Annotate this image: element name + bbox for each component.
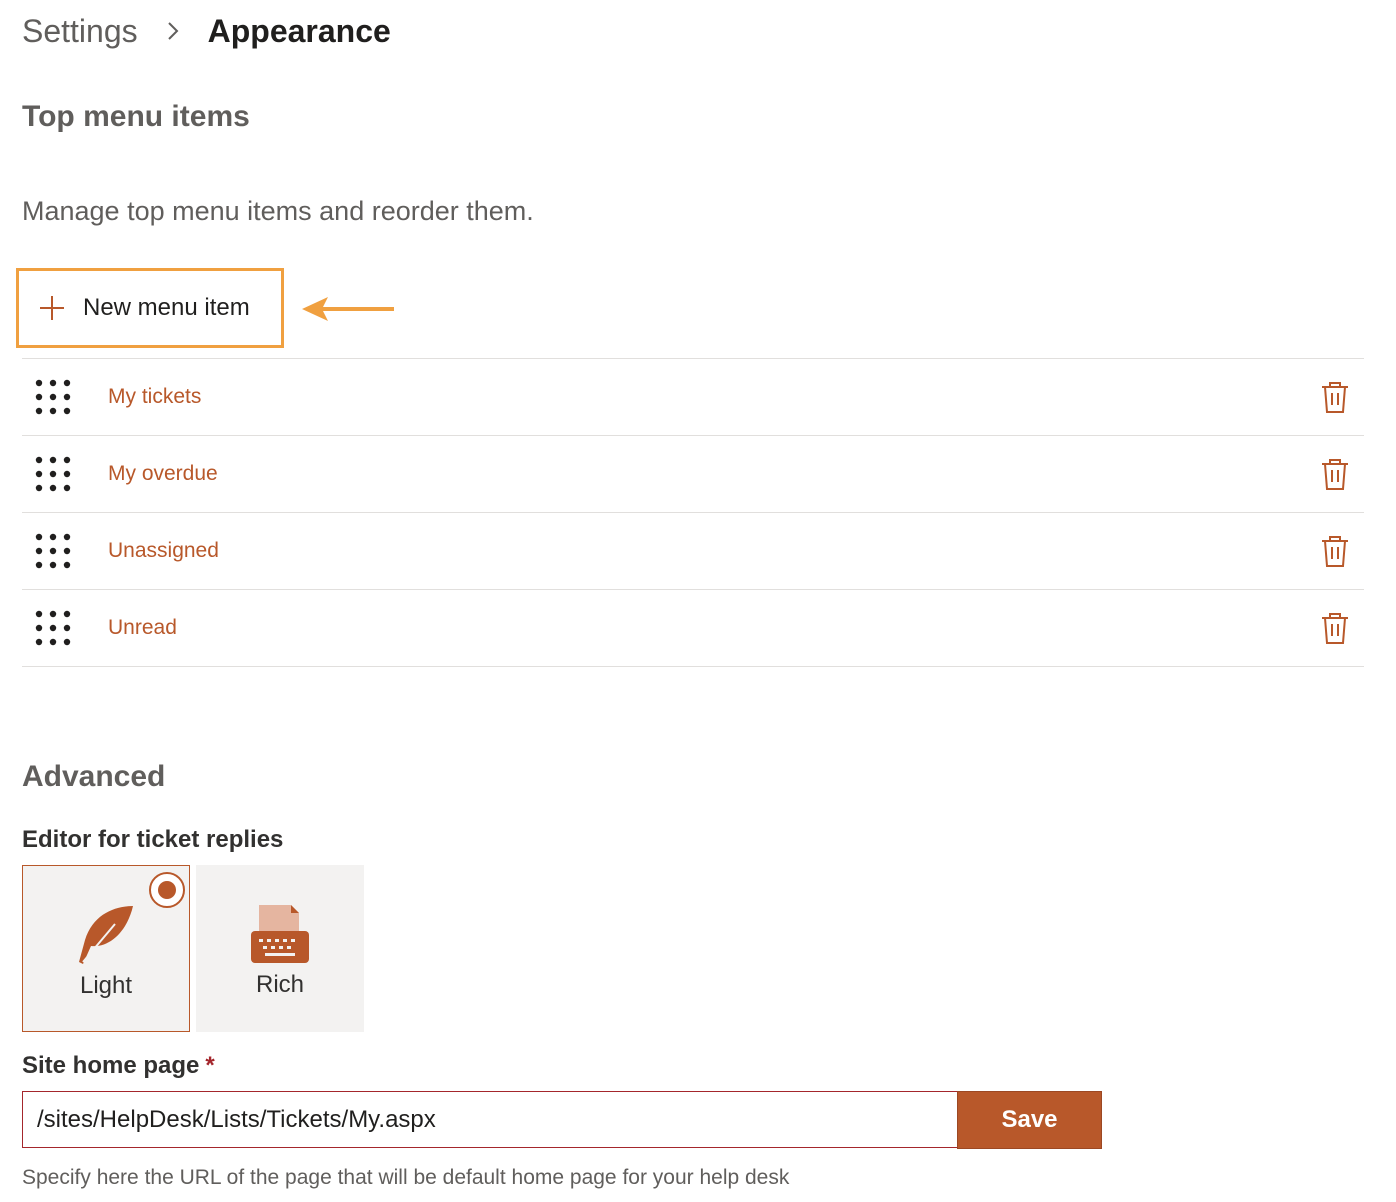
radio-button[interactable] bbox=[149, 872, 185, 908]
drag-handle-icon[interactable] bbox=[34, 455, 72, 493]
drag-handle-icon[interactable] bbox=[34, 609, 72, 647]
chevron-right-icon bbox=[158, 16, 188, 46]
breadcrumb-settings-link[interactable]: Settings bbox=[22, 13, 138, 50]
trash-icon[interactable] bbox=[1320, 611, 1350, 645]
breadcrumb: Settings Appearance bbox=[22, 8, 391, 54]
new-menu-item-button[interactable]: New menu item bbox=[16, 268, 284, 348]
editor-option-rich[interactable]: Rich bbox=[196, 865, 364, 1032]
editor-option-light[interactable]: Light bbox=[22, 865, 190, 1032]
editor-option-label: Rich bbox=[255, 971, 304, 998]
site-home-page-label: Site home page * bbox=[22, 1052, 215, 1080]
drag-handle-icon[interactable] bbox=[34, 378, 72, 416]
menu-items-list: My tickets My overdue Unassigned Unread bbox=[22, 358, 1364, 667]
required-marker: * bbox=[205, 1052, 215, 1079]
site-home-page-label-text: Site home page bbox=[22, 1052, 200, 1079]
menu-item-link[interactable]: My overdue bbox=[108, 462, 218, 486]
menu-item-row[interactable]: My overdue bbox=[22, 436, 1364, 513]
menu-item-link[interactable]: Unread bbox=[108, 616, 177, 640]
menu-item-row[interactable]: Unread bbox=[22, 590, 1364, 667]
menu-item-link[interactable]: My tickets bbox=[108, 385, 201, 409]
top-menu-description: Manage top menu items and reorder them. bbox=[22, 196, 534, 226]
menu-item-link[interactable]: Unassigned bbox=[108, 539, 219, 563]
typewriter-icon bbox=[251, 905, 309, 963]
radio-dot bbox=[158, 881, 176, 899]
trash-icon[interactable] bbox=[1320, 534, 1350, 568]
save-button[interactable]: Save bbox=[957, 1091, 1102, 1149]
plus-icon bbox=[40, 296, 64, 320]
trash-icon[interactable] bbox=[1320, 380, 1350, 414]
trash-icon[interactable] bbox=[1320, 457, 1350, 491]
site-home-page-input[interactable] bbox=[22, 1091, 959, 1148]
feather-icon bbox=[79, 906, 133, 964]
site-home-page-hint: Specify here the URL of the page that wi… bbox=[22, 1166, 790, 1189]
editor-label: Editor for ticket replies bbox=[22, 826, 284, 853]
editor-option-label: Light bbox=[79, 972, 133, 999]
top-menu-title: Top menu items bbox=[22, 100, 250, 133]
page-title: Appearance bbox=[207, 12, 391, 49]
menu-item-row[interactable]: My tickets bbox=[22, 359, 1364, 436]
new-menu-item-label: New menu item bbox=[83, 294, 250, 321]
drag-handle-icon[interactable] bbox=[34, 532, 72, 570]
menu-item-row[interactable]: Unassigned bbox=[22, 513, 1364, 590]
arrow-left-icon bbox=[302, 297, 394, 321]
advanced-title: Advanced bbox=[22, 760, 166, 793]
